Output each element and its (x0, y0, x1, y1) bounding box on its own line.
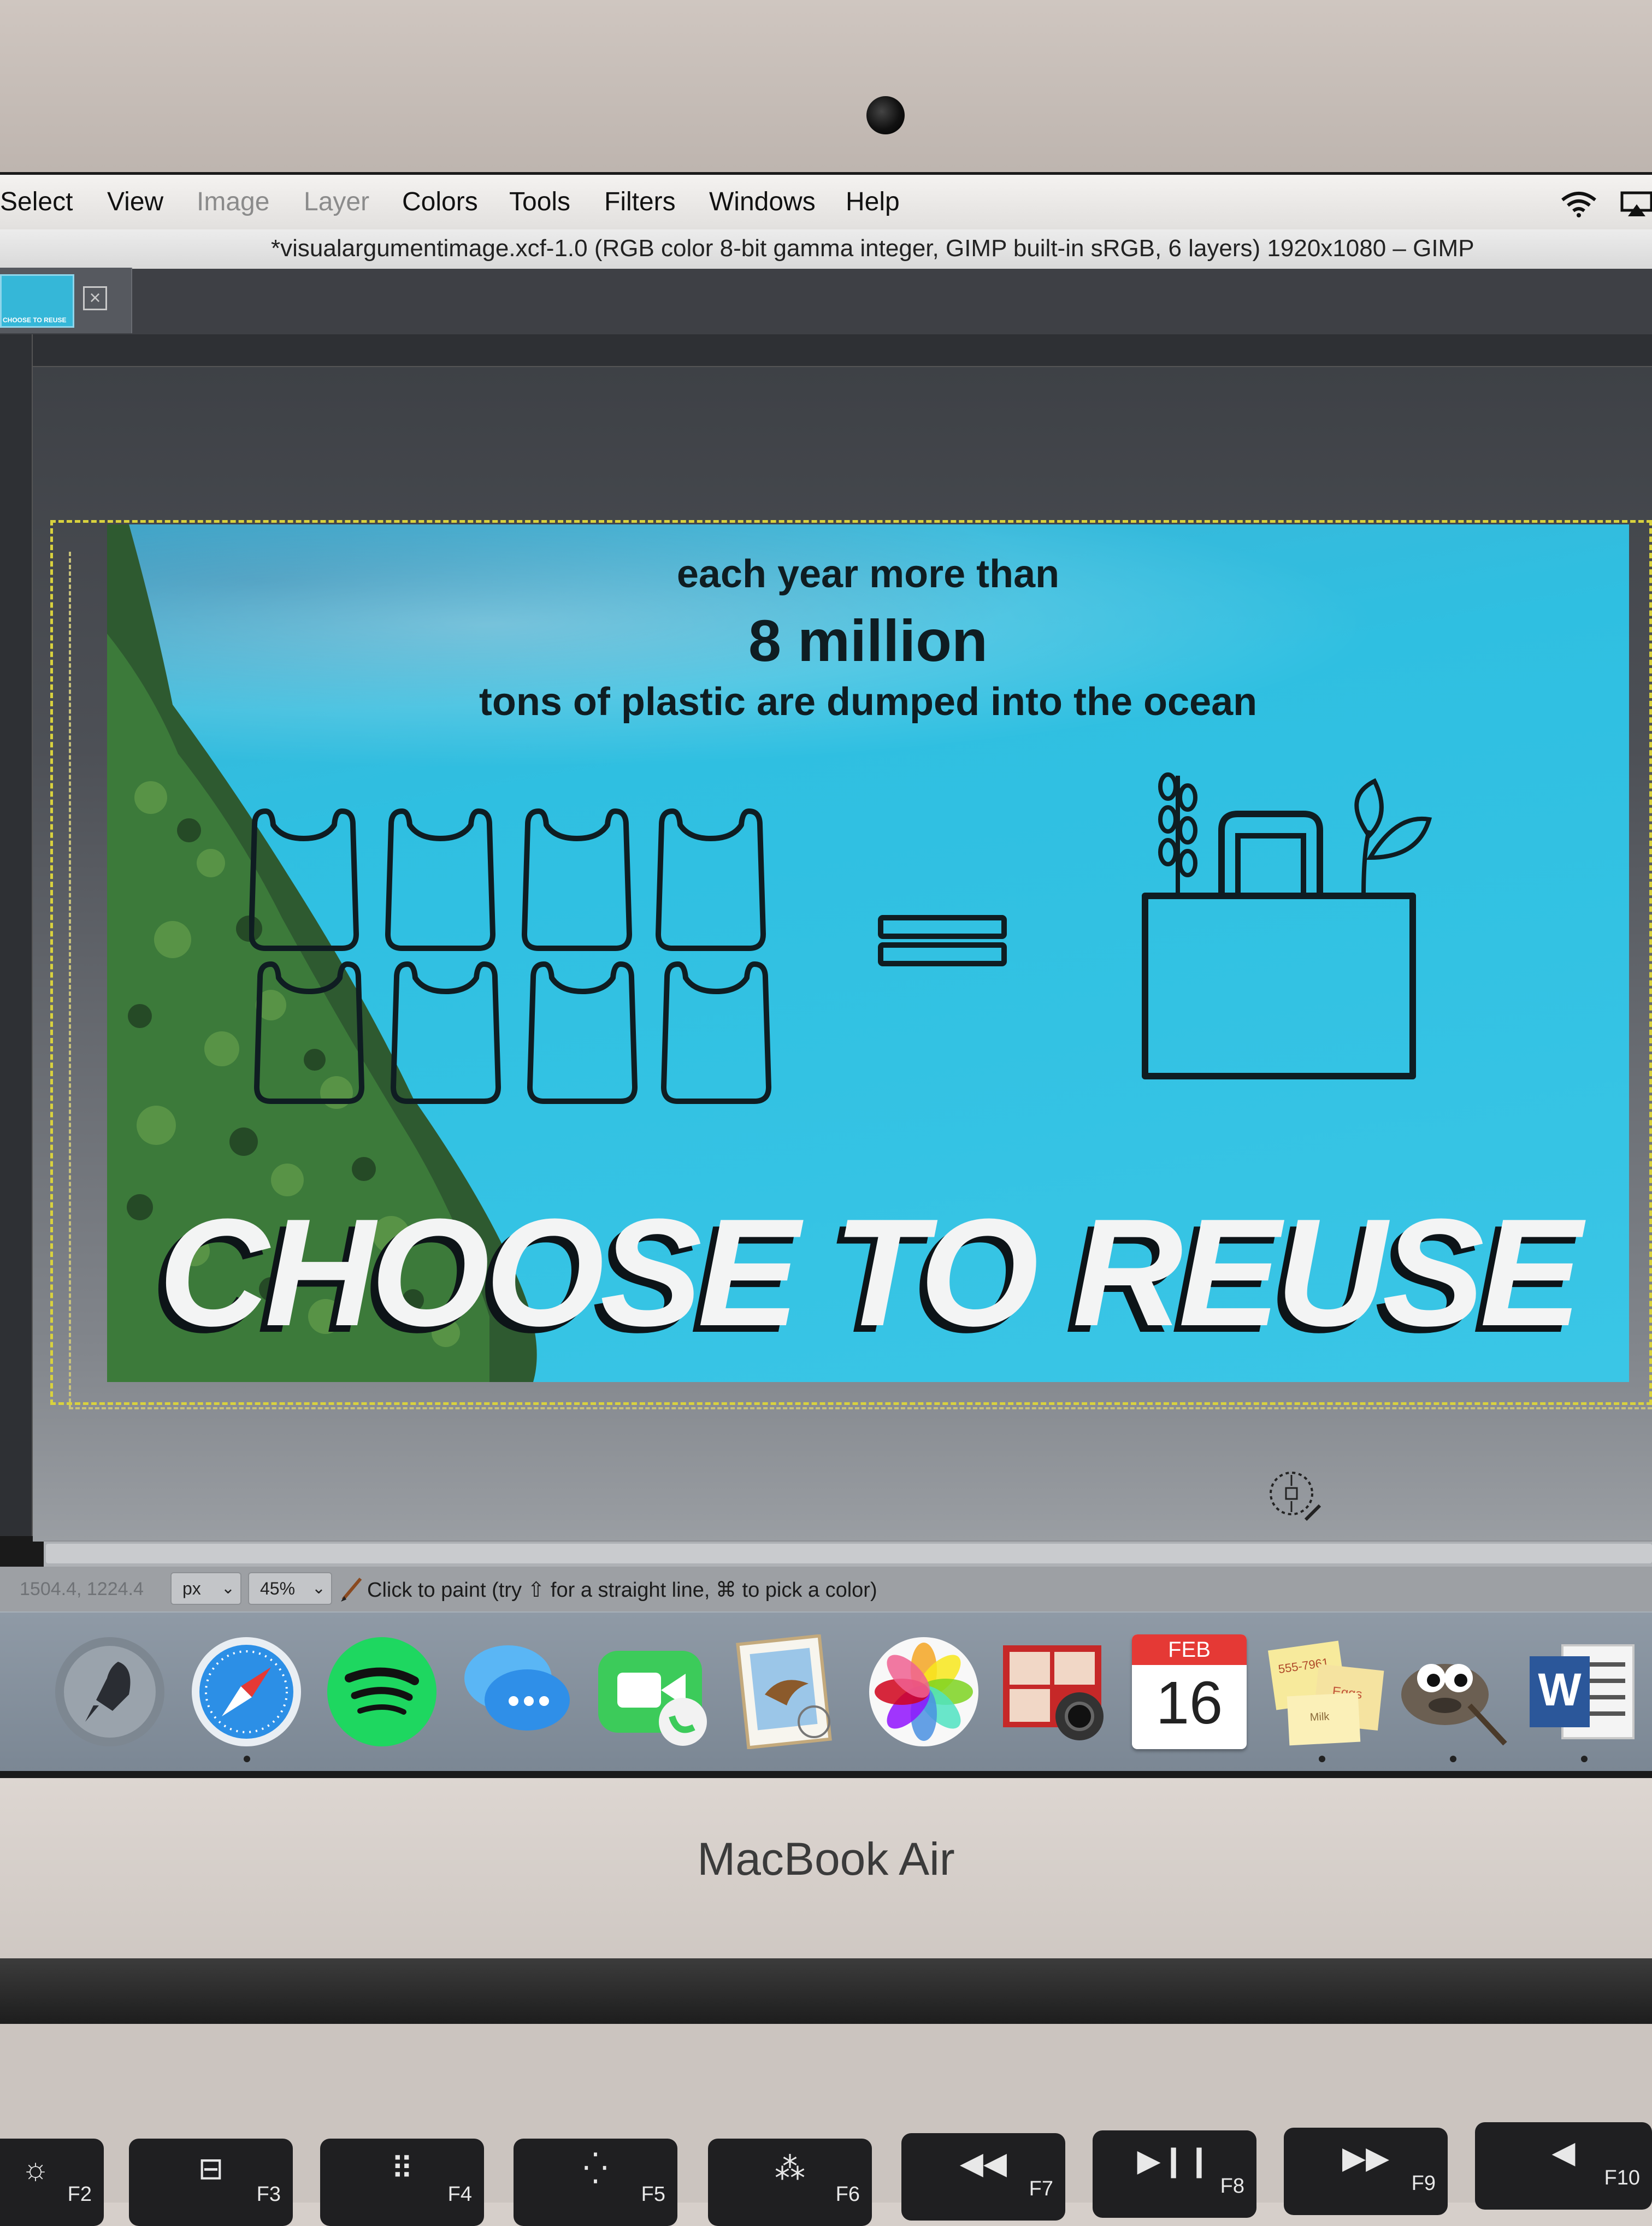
close-icon[interactable]: × (83, 286, 107, 310)
sticky-note: Milk (1287, 1692, 1361, 1746)
keyboard-light-up-icon: ⁂ (775, 2151, 805, 2186)
key-f5[interactable]: ⁛ F5 (514, 2139, 677, 2226)
fast-forward-icon: ▶▶ (1342, 2140, 1390, 2175)
running-indicator (244, 1756, 250, 1762)
keyboard-light-down-icon: ⁛ (583, 2151, 608, 2186)
gimp-icon[interactable] (1393, 1634, 1508, 1749)
chevron-down-icon: ⌄ (311, 1579, 326, 1597)
scrollbar-thumb[interactable] (46, 1544, 1652, 1563)
status-bar: 1504.4, 1224.4 px ⌄ 45% ⌄ Click to paint… (0, 1567, 1652, 1613)
thumbnail-caption: CHOOSE TO REUSE (3, 316, 67, 324)
menu-select[interactable]: Select (0, 187, 73, 217)
window-title: *visualargumentimage.xcf-1.0 (RGB color … (271, 235, 1474, 262)
messages-icon[interactable] (459, 1634, 574, 1749)
key-f2[interactable]: ☼ F2 (0, 2139, 104, 2226)
layer-boundary (50, 520, 1652, 1405)
window-titlebar[interactable]: *visualargumentimage.xcf-1.0 (RGB color … (0, 229, 1652, 270)
brush-cursor-icon (1270, 1472, 1321, 1521)
status-message: Click to paint (try ⇧ for a straight lin… (367, 1579, 877, 1602)
photos-icon[interactable] (866, 1634, 981, 1749)
key-f4[interactable]: ⠿ F4 (320, 2139, 484, 2226)
menu-image[interactable]: Image (197, 187, 269, 217)
safari-icon[interactable] (189, 1634, 304, 1749)
word-icon[interactable]: W (1524, 1634, 1639, 1749)
calendar-day: 16 (1155, 1669, 1223, 1737)
menu-windows[interactable]: Windows (709, 187, 816, 217)
pointer-coordinates: 1504.4, 1224.4 (20, 1579, 144, 1599)
key-f9[interactable]: ▶▶ F9 (1284, 2128, 1448, 2215)
mail-icon[interactable] (732, 1634, 847, 1749)
menu-layer[interactable]: Layer (304, 187, 369, 217)
brightness-down-icon: ☼ (21, 2151, 50, 2186)
mission-control-icon: ⊟ (198, 2151, 224, 2186)
photo-booth-icon[interactable] (998, 1634, 1112, 1749)
device-label: MacBook Air (697, 1833, 955, 1885)
camera-icon (866, 96, 905, 134)
keyboard: ☼ F2 ⊟ F3 ⠿ F4 ⁛ F5 ⁂ F6 ◀◀ F7 ▶❙❙ F8 ▶▶… (0, 2024, 1652, 2226)
svg-text:W: W (1538, 1664, 1582, 1715)
unit-select[interactable]: px ⌄ (170, 1572, 241, 1605)
image-thumbnail[interactable]: CHOOSE TO REUSE (0, 274, 74, 328)
laptop-bezel-bottom: MacBook Air (0, 1778, 1652, 1958)
key-f8[interactable]: ▶❙❙ F8 (1093, 2130, 1256, 2218)
key-f7[interactable]: ◀◀ F7 (901, 2133, 1065, 2221)
dock: FEB 16 555-7961 Eggs Milk W (0, 1611, 1652, 1771)
key-f3[interactable]: ⊟ F3 (129, 2139, 293, 2226)
running-indicator (1319, 1756, 1325, 1762)
running-indicator (1581, 1756, 1588, 1762)
menu-tools[interactable]: Tools (509, 187, 570, 217)
image-tab-strip (0, 269, 1652, 334)
launchpad-icon[interactable] (52, 1634, 167, 1749)
menu-bar: Select View Image Layer Colors Tools Fil… (0, 175, 1652, 231)
laptop-bezel-top (0, 0, 1652, 180)
play-pause-icon: ▶❙❙ (1137, 2143, 1212, 2177)
menu-view[interactable]: View (107, 187, 163, 217)
key-f6[interactable]: ⁂ F6 (708, 2139, 872, 2226)
vertical-ruler[interactable] (0, 334, 33, 1536)
menu-filters[interactable]: Filters (604, 187, 676, 217)
zoom-value: 45% (260, 1579, 296, 1598)
spotify-icon[interactable] (324, 1634, 439, 1749)
facetime-icon[interactable] (595, 1634, 710, 1749)
unit-value: px (182, 1579, 201, 1598)
laptop-hinge (0, 1958, 1652, 2024)
paintbrush-icon (341, 1578, 362, 1602)
rewind-icon: ◀◀ (959, 2146, 1007, 2180)
menu-help[interactable]: Help (846, 187, 900, 217)
stickies-icon[interactable]: 555-7961 Eggs Milk (1266, 1634, 1384, 1749)
calendar-icon[interactable]: FEB 16 (1132, 1634, 1247, 1749)
airplay-icon[interactable] (1620, 191, 1652, 217)
key-f10[interactable]: ◀ F10 (1475, 2122, 1652, 2210)
horizontal-ruler[interactable] (0, 334, 1652, 367)
launchpad-key-icon: ⠿ (391, 2151, 414, 2186)
wifi-icon[interactable] (1560, 190, 1598, 217)
mute-icon: ◀ (1551, 2135, 1576, 2169)
running-indicator (1450, 1756, 1456, 1762)
chevron-down-icon: ⌄ (221, 1579, 235, 1597)
zoom-select[interactable]: 45% ⌄ (248, 1572, 332, 1605)
menu-colors[interactable]: Colors (402, 187, 478, 217)
calendar-month: FEB (1132, 1634, 1247, 1665)
